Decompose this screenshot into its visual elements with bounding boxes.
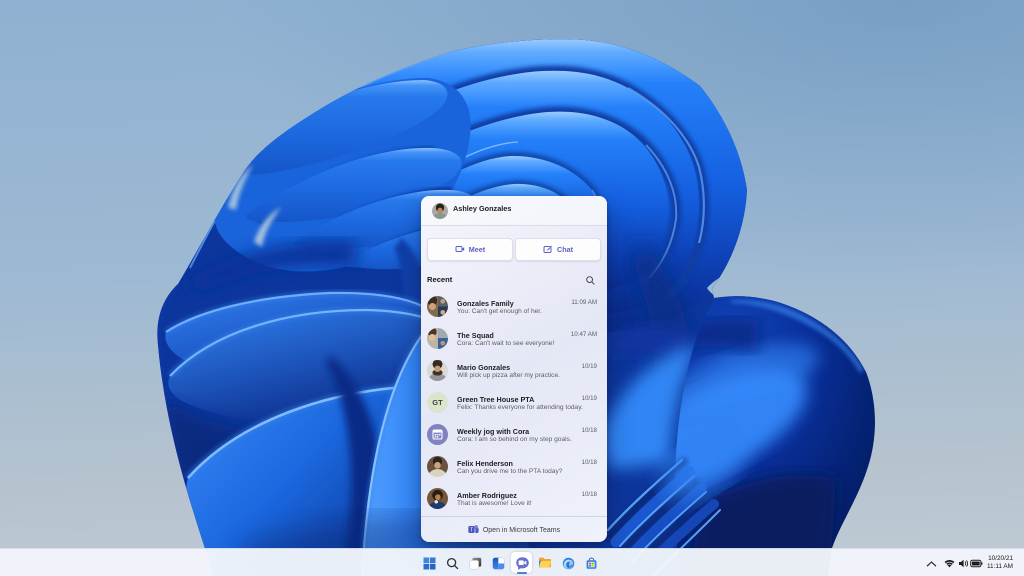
svg-text:T: T (470, 527, 474, 533)
